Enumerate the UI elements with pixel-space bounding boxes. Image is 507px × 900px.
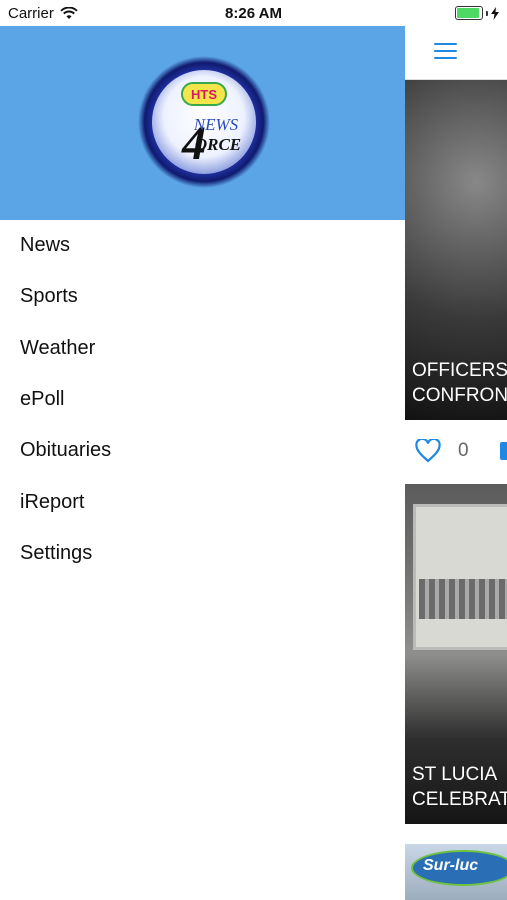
feed-navbar [405, 26, 507, 80]
truck-image [413, 504, 507, 650]
svg-text:HTS: HTS [191, 87, 217, 102]
drawer-header: HTS 4 NEWS ORCE [0, 26, 405, 220]
menu-item-settings[interactable]: Settings [0, 528, 405, 579]
menu-item-weather[interactable]: Weather [0, 323, 405, 374]
news-card[interactable]: Sur-luc [405, 844, 507, 900]
news-feed: OFFICERS CONFRON 0 ST LUCIA CELEBRAT Sur… [405, 26, 507, 900]
status-right [455, 6, 499, 20]
sponsor-logo: Sur-luc [411, 850, 507, 886]
menu-item-sports[interactable]: Sports [0, 271, 405, 322]
news-card[interactable]: OFFICERS CONFRON [405, 80, 507, 420]
side-drawer: HTS 4 NEWS ORCE News Sports Weather ePol… [0, 26, 405, 900]
drawer-menu: News Sports Weather ePoll Obituaries iRe… [0, 220, 405, 579]
news4orce-logo: HTS 4 NEWS ORCE [138, 56, 270, 188]
battery-tip [486, 10, 488, 16]
news-card-title: ST LUCIA CELEBRAT [412, 764, 507, 810]
news-card[interactable]: ST LUCIA CELEBRAT [405, 484, 507, 824]
share-icon[interactable] [500, 442, 507, 460]
charging-bolt-icon [491, 6, 499, 20]
svg-text:NEWS: NEWS [193, 115, 239, 134]
heart-icon[interactable] [415, 439, 441, 463]
menu-item-news[interactable]: News [0, 220, 405, 271]
battery-icon [455, 6, 483, 20]
truck-grill [419, 579, 507, 619]
news-card-actions: 0 [405, 420, 507, 484]
svg-text:ORCE: ORCE [195, 135, 241, 154]
menu-item-ireport[interactable]: iReport [0, 476, 405, 527]
news-card-title: OFFICERS CONFRON [412, 360, 507, 406]
menu-hamburger-icon[interactable] [434, 43, 457, 61]
clock: 8:26 AM [225, 5, 282, 22]
menu-item-obituaries[interactable]: Obituaries [0, 425, 405, 476]
like-count: 0 [458, 440, 469, 461]
status-bar: Carrier 8:26 AM [0, 0, 507, 26]
menu-item-epoll[interactable]: ePoll [0, 374, 405, 425]
